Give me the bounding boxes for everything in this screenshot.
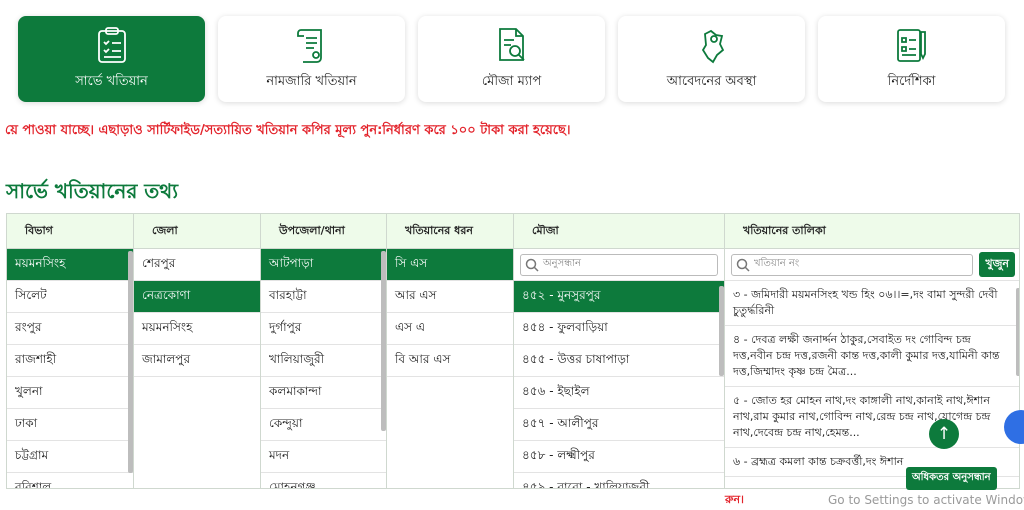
khatian-type-item[interactable]: বি আর এস: [387, 345, 513, 377]
district-header: জেলা: [134, 214, 260, 249]
nav-mutation-khatian[interactable]: নামজারি খতিয়ান: [218, 16, 405, 102]
upazila-column: উপজেলা/থানা আটপাড়া বারহাট্টা দুর্গাপুর …: [261, 214, 387, 489]
khatian-entry[interactable]: ৩ - জমিদারী ময়মনসিংহ খন্ড হিং ০৬।।=,দং …: [725, 281, 1019, 326]
district-item[interactable]: জামালপুর: [134, 345, 260, 377]
activation-watermark: Go to Settings to activate Windows: [828, 493, 1024, 507]
nav-survey-khatian[interactable]: সার্ভে খতিয়ান: [18, 16, 205, 102]
upazila-item[interactable]: দুর্গাপুর: [261, 313, 386, 345]
mouza-item[interactable]: ৪৫৫ - উত্তর চাষাপাড়া: [514, 345, 724, 377]
mouza-search-input[interactable]: অনুসন্ধান: [520, 253, 718, 276]
upazila-header: উপজেলা/থানা: [261, 214, 386, 249]
mouza-item[interactable]: ৪৫৬ - ইছাইল: [514, 377, 724, 409]
khatian-type-column: খতিয়ানের ধরন সি এস আর এস এস এ বি আর এস: [387, 214, 514, 488]
district-item[interactable]: নেত্রকোণা: [134, 281, 260, 313]
map-pin-icon: [701, 29, 724, 63]
mouza-search-placeholder: অনুসন্ধান: [543, 258, 582, 269]
clipboard-list-icon: [97, 26, 126, 63]
checklist-pen-icon: [896, 28, 926, 62]
khatian-entry[interactable]: ৫ - জোত হর মোহন নাথ,দং কাঙ্গালী নাথ,কানা…: [725, 387, 1019, 448]
nav-label: মৌজা ম্যাপ: [481, 73, 542, 89]
notice-marquee: য়ে পাওয়া যাচ্ছে। এছাড়াও সার্টিফাইড/সত…: [5, 123, 571, 138]
search-icon: [736, 258, 750, 272]
upazila-item[interactable]: কলমাকান্দা: [261, 377, 386, 409]
division-item[interactable]: ময়মনসিংহ: [7, 249, 133, 281]
upazila-item[interactable]: কেন্দুয়া: [261, 409, 386, 441]
khatian-type-item[interactable]: সি এস: [387, 249, 513, 281]
mouza-column: মৌজা অনুসন্ধান ৪৫২ - মুনসুরপুর ৪৫৪ - ফুল…: [514, 214, 725, 489]
mouza-header: মৌজা: [514, 214, 724, 249]
khatian-search: খতিয়ান নং খুজুন: [725, 249, 1019, 281]
nav-label: আবেদনের অবস্থা: [666, 73, 757, 89]
upazila-item[interactable]: মোহনগঞ্জ: [261, 473, 386, 489]
division-scrollbar[interactable]: [128, 251, 133, 473]
division-item[interactable]: সিলেট: [7, 281, 133, 313]
upazila-item[interactable]: বারহাট্টা: [261, 281, 386, 313]
khatian-type-header: খতিয়ানের ধরন: [387, 214, 513, 249]
advanced-search-button[interactable]: অধিকতর অনুসন্ধান: [906, 467, 997, 490]
nav-application-status[interactable]: আবেদনের অবস্থা: [618, 16, 805, 102]
upazila-scrollbar[interactable]: [381, 251, 386, 431]
upazila-item[interactable]: খালিয়াজুরী: [261, 345, 386, 377]
arrow-up-icon: ↑: [936, 424, 952, 444]
search-icon: [525, 258, 539, 272]
scroll-top-button[interactable]: ↑: [929, 419, 959, 449]
khatian-entry[interactable]: ৪ - দেবত্র লক্ষী জনার্দ্দন ঠাকুর,সেবাইত …: [725, 326, 1019, 387]
nav-label: নামজারি খতিয়ান: [266, 73, 357, 89]
mouza-scrollbar[interactable]: [719, 286, 724, 376]
khatian-list-column: খতিয়ানের তালিকা খতিয়ান নং খুজুন ৩ - জম…: [725, 214, 1019, 488]
division-column: বিভাগ ময়মনসিংহ সিলেট রংপুর রাজশাহী খুলন…: [7, 214, 134, 489]
khatian-type-item[interactable]: আর এস: [387, 281, 513, 313]
survey-khatian-grid: বিভাগ ময়মনসিংহ সিলেট রংপুর রাজশাহী খুলন…: [6, 213, 1020, 489]
upazila-item[interactable]: আটপাড়া: [261, 249, 386, 281]
page-title: সার্ভে খতিয়ানের তথ্য: [6, 179, 179, 203]
division-item[interactable]: রাজশাহী: [7, 345, 133, 377]
district-item[interactable]: ময়মনসিংহ: [134, 313, 260, 345]
khatian-number-input[interactable]: খতিয়ান নং: [731, 253, 974, 276]
khatian-type-item[interactable]: এস এ: [387, 313, 513, 345]
division-item[interactable]: রংপুর: [7, 313, 133, 345]
khatian-list-header: খতিয়ানের তালিকা: [725, 214, 1019, 249]
mouza-item[interactable]: ৪৫৮ - লক্ষ্মীপুর: [514, 441, 724, 473]
division-item[interactable]: খুলনা: [7, 377, 133, 409]
nav-label: নির্দেশিকা: [887, 73, 936, 89]
khatian-scrollbar[interactable]: [1016, 288, 1019, 376]
district-column: জেলা শেরপুর নেত্রকোণা ময়মনসিংহ জামালপুর: [134, 214, 261, 488]
mouza-item[interactable]: ৪৫৪ - ফুলবাড়িয়া: [514, 313, 724, 345]
document-search-icon: [498, 27, 525, 61]
district-item[interactable]: শেরপুর: [134, 249, 260, 281]
division-item[interactable]: চট্টগ্রাম: [7, 441, 133, 473]
division-header: বিভাগ: [7, 214, 133, 249]
search-button[interactable]: খুজুন: [979, 252, 1015, 277]
document-scroll-icon: [296, 28, 322, 63]
division-item[interactable]: বরিশাল: [7, 473, 133, 489]
mouza-item[interactable]: ৪৫৯ - বারো - খালিয়াজুরী: [514, 473, 724, 489]
division-item[interactable]: ঢাকা: [7, 409, 133, 441]
nav-guidelines[interactable]: নির্দেশিকা: [818, 16, 1005, 102]
nav-mouza-map[interactable]: মৌজা ম্যাপ: [418, 16, 605, 102]
bottom-notice-fragment: রুন।: [725, 493, 744, 506]
mouza-item[interactable]: ৪৫২ - মুনসুরপুর: [514, 281, 724, 313]
khatian-search-placeholder: খতিয়ান নং: [754, 258, 800, 269]
nav-label: সার্ভে খতিয়ান: [75, 73, 148, 89]
top-nav: সার্ভে খতিয়ান নামজারি খতিয়ান মৌজা ম্যা…: [18, 16, 1005, 102]
upazila-item[interactable]: মদন: [261, 441, 386, 473]
mouza-item[interactable]: ৪৫৭ - আলীপুর: [514, 409, 724, 441]
mouza-search: অনুসন্ধান: [514, 249, 724, 281]
